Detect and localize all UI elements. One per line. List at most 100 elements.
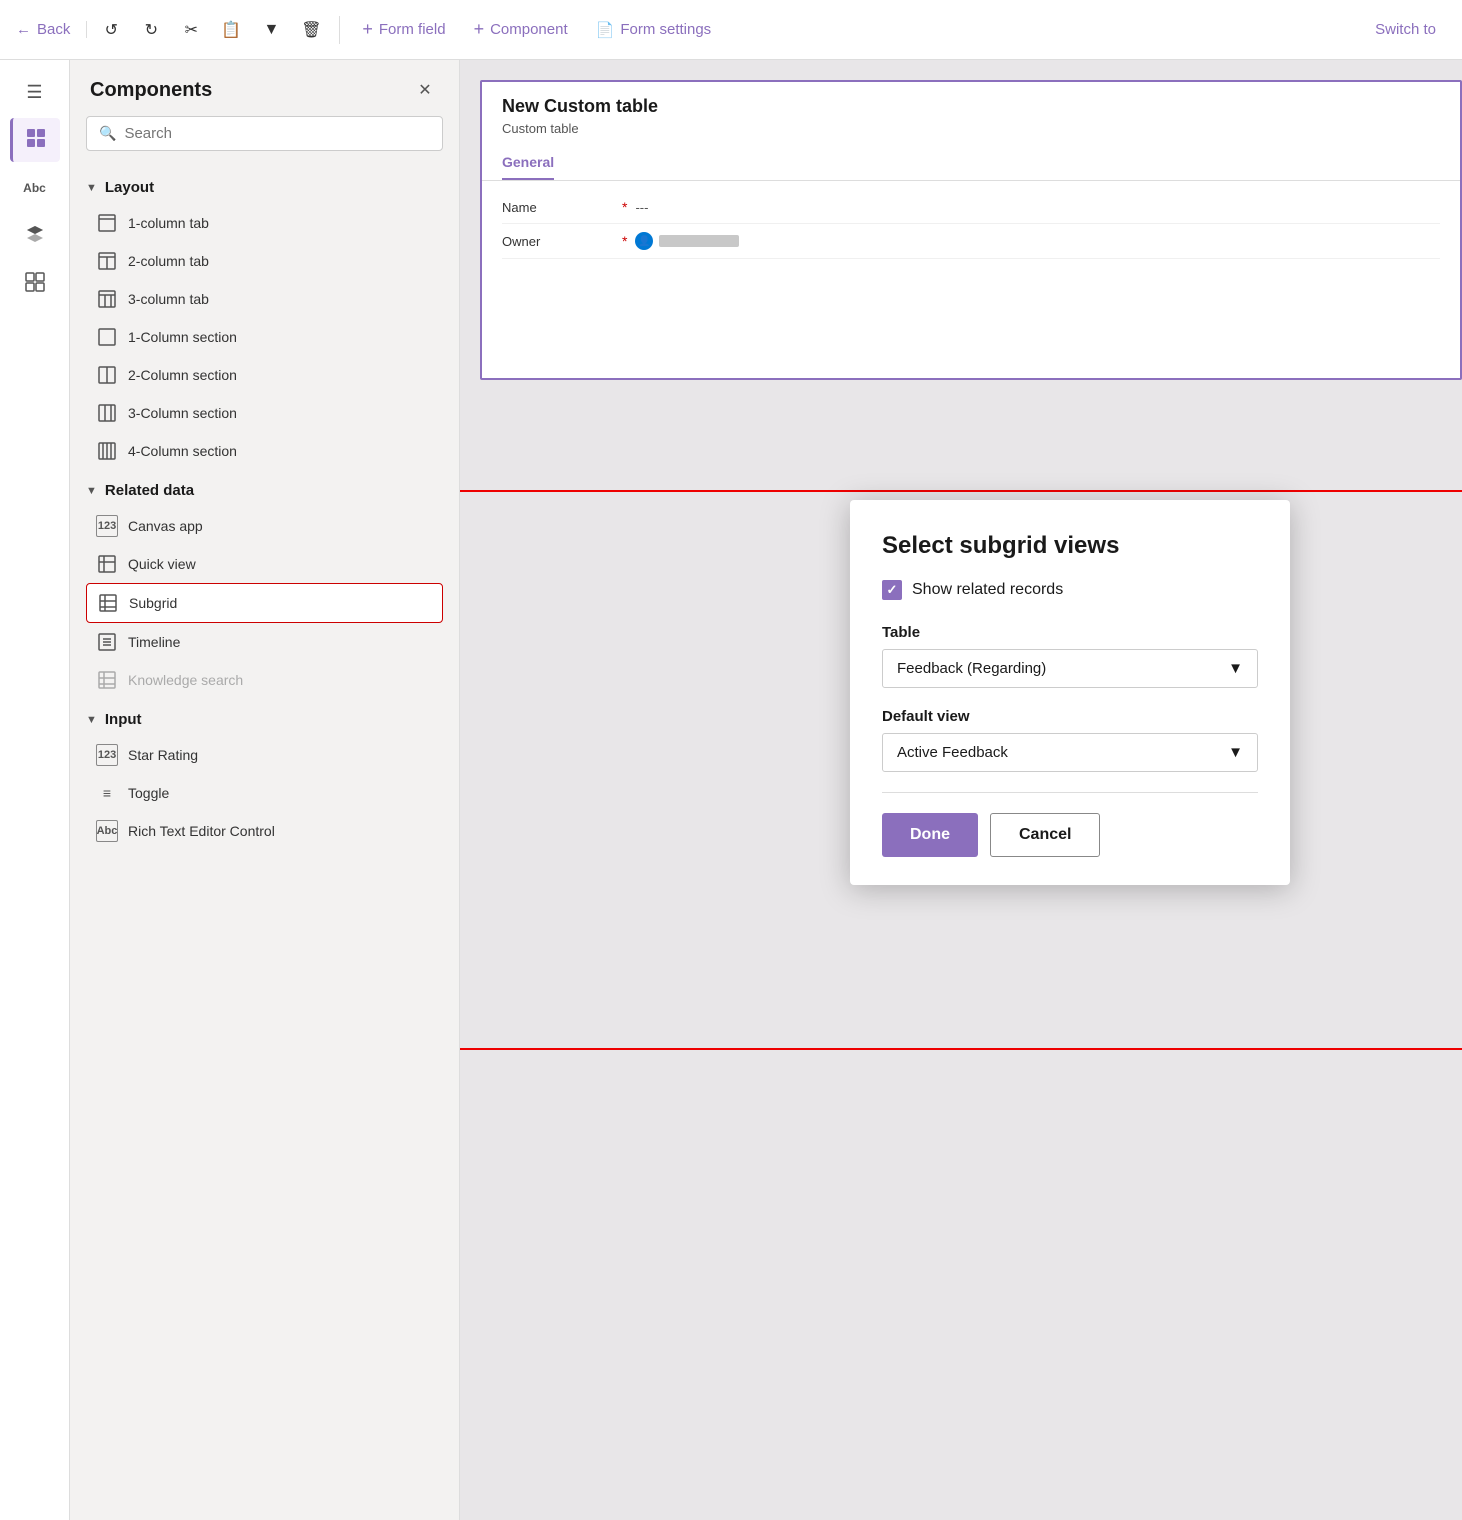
component-knowledge-search: Knowledge search — [86, 661, 443, 699]
3col-section-icon — [96, 402, 118, 424]
section-input-label: Input — [105, 711, 142, 728]
back-label: Back — [37, 21, 70, 38]
cut-button[interactable]: ✂ — [175, 14, 207, 46]
switch-button[interactable]: Switch to — [1365, 15, 1446, 44]
back-arrow-icon: ← — [16, 21, 31, 38]
component-1col-section[interactable]: 1-Column section — [86, 318, 443, 356]
component-timeline[interactable]: Timeline — [86, 623, 443, 661]
table-select-chevron: ▼ — [1228, 660, 1243, 677]
component-quick-view[interactable]: Quick view — [86, 545, 443, 583]
component-button[interactable]: + Component — [464, 13, 578, 46]
section-layout-header[interactable]: ▼ Layout — [86, 179, 443, 196]
field-name-required: * — [622, 199, 627, 215]
4col-section-icon — [96, 440, 118, 462]
text-icon: Abc — [23, 181, 46, 195]
paste-button[interactable]: 📋 — [215, 14, 247, 46]
toggle-label: Toggle — [128, 785, 169, 801]
component-3col-tab[interactable]: 3-column tab — [86, 280, 443, 318]
table-field-label: Table — [882, 624, 1258, 641]
components-header: Components ✕ — [70, 60, 459, 116]
main-content: New Custom table Custom table General Na… — [460, 60, 1462, 1520]
form-field-button[interactable]: + Form field — [352, 13, 455, 46]
search-box[interactable]: 🔍 — [86, 116, 443, 151]
back-button[interactable]: ← Back — [16, 21, 87, 38]
sidebar-icon-layers[interactable] — [10, 214, 60, 258]
component-2col-tab[interactable]: 2-column tab — [86, 242, 443, 280]
quick-view-label: Quick view — [128, 556, 196, 572]
sidebar-icon-menu[interactable]: ☰ — [10, 70, 60, 114]
menu-icon: ☰ — [26, 82, 42, 103]
search-input[interactable] — [124, 125, 430, 142]
sidebar-icon-components[interactable] — [10, 262, 60, 306]
components-title: Components — [90, 79, 212, 102]
component-rich-text-editor[interactable]: Abc Rich Text Editor Control — [86, 812, 443, 850]
plus-icon-component: + — [474, 19, 485, 40]
knowledge-search-icon — [96, 669, 118, 691]
form-settings-button[interactable]: 📄 Form settings — [586, 15, 722, 45]
section-related-data-chevron: ▼ — [86, 485, 97, 497]
table-select[interactable]: Feedback (Regarding) ▼ — [882, 649, 1258, 688]
default-view-select[interactable]: Active Feedback ▼ — [882, 733, 1258, 772]
close-button[interactable]: ✕ — [411, 76, 439, 104]
field-owner: Owner * 👤 — [502, 224, 1440, 259]
1col-section-label: 1-Column section — [128, 329, 237, 345]
field-name-value: --- — [635, 200, 648, 215]
show-related-records-checkbox[interactable]: ✓ — [882, 580, 902, 600]
sidebar-icons: ☰ Abc — [0, 60, 70, 1520]
components-scroll[interactable]: ▼ Layout 1-column tab 2-column tab — [70, 167, 459, 1520]
redo-button[interactable]: ↻ — [135, 14, 167, 46]
components-panel: Components ✕ 🔍 ▼ Layout 1-column tab — [70, 60, 460, 1520]
dialog-buttons: Done Cancel — [882, 813, 1258, 857]
owner-person-icon: 👤 — [635, 232, 653, 250]
sidebar-icon-grid[interactable] — [10, 118, 60, 162]
toolbar: ← Back ↺ ↻ ✂ 📋 ▼ 🗑 + Form field + Compon… — [0, 0, 1462, 60]
form-tabs: General — [482, 146, 1460, 181]
form-settings-icon: 📄 — [596, 21, 615, 39]
canvas-app-label: Canvas app — [128, 518, 203, 534]
cancel-button[interactable]: Cancel — [990, 813, 1100, 857]
checkbox-check-icon: ✓ — [887, 582, 898, 598]
star-rating-icon: 123 — [96, 744, 118, 766]
section-input-header[interactable]: ▼ Input — [86, 711, 443, 728]
delete-button[interactable]: 🗑 — [295, 14, 327, 46]
dropdown-button[interactable]: ▼ — [255, 14, 287, 46]
component-star-rating[interactable]: 123 Star Rating — [86, 736, 443, 774]
form-subtitle: Custom table — [482, 121, 1460, 146]
dialog-divider — [882, 792, 1258, 793]
undo-button[interactable]: ↺ — [95, 14, 127, 46]
tab-general[interactable]: General — [502, 146, 554, 180]
form-field-label: Form field — [379, 21, 446, 38]
section-layout-chevron: ▼ — [86, 182, 97, 194]
section-input-chevron: ▼ — [86, 714, 97, 726]
component-subgrid[interactable]: Subgrid — [86, 583, 443, 623]
section-related-data-header[interactable]: ▼ Related data — [86, 482, 443, 499]
done-button[interactable]: Done — [882, 813, 978, 857]
rich-text-editor-icon: Abc — [96, 820, 118, 842]
section-layout-label: Layout — [105, 179, 154, 196]
2col-section-label: 2-Column section — [128, 367, 237, 383]
canvas-app-icon: 123 — [96, 515, 118, 537]
component-2col-section[interactable]: 2-Column section — [86, 356, 443, 394]
show-related-records-row: ✓ Show related records — [882, 580, 1258, 600]
subgrid-label: Subgrid — [129, 595, 177, 611]
component-canvas-app[interactable]: 123 Canvas app — [86, 507, 443, 545]
component-4col-section[interactable]: 4-Column section — [86, 432, 443, 470]
4col-section-label: 4-Column section — [128, 443, 237, 459]
component-1col-tab[interactable]: 1-column tab — [86, 204, 443, 242]
1col-tab-label: 1-column tab — [128, 215, 209, 231]
field-owner-required: * — [622, 233, 627, 249]
1col-section-icon — [96, 326, 118, 348]
timeline-label: Timeline — [128, 634, 180, 650]
grid-icon — [26, 128, 46, 153]
component-toggle[interactable]: ≡ Toggle — [86, 774, 443, 812]
form-preview: New Custom table Custom table General Na… — [480, 80, 1462, 380]
component-3col-section[interactable]: 3-Column section — [86, 394, 443, 432]
show-related-records-label: Show related records — [912, 581, 1063, 599]
form-title: New Custom table — [482, 82, 1460, 121]
1col-tab-icon — [96, 212, 118, 234]
components-icon — [25, 272, 45, 297]
table-select-value: Feedback (Regarding) — [897, 660, 1046, 677]
toggle-icon: ≡ — [96, 782, 118, 804]
search-icon: 🔍 — [99, 125, 116, 142]
sidebar-icon-text[interactable]: Abc — [10, 166, 60, 210]
